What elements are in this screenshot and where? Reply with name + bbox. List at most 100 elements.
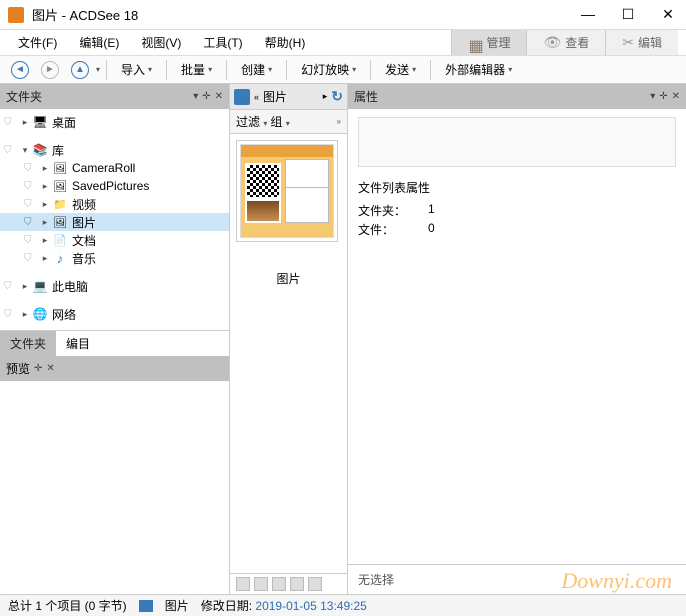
- computer-icon: [32, 279, 48, 293]
- external-label: 外部编辑器: [445, 61, 505, 78]
- breadcrumb-bar: « 图片 ▸: [230, 84, 347, 110]
- slideshow-dd[interactable]: 幻灯放映▾: [293, 58, 364, 81]
- folders-hdr-label: 文件夹: [6, 88, 42, 105]
- foot-btn1[interactable]: [236, 577, 250, 591]
- import-dd[interactable]: 导入▾: [113, 58, 160, 81]
- props-folder-label: 文件夹：: [358, 202, 428, 219]
- panel-close-icon[interactable]: ✕: [215, 91, 223, 102]
- tree-pictures[interactable]: ⛉▸图片: [0, 213, 229, 231]
- group-dd[interactable]: 组 ▾: [270, 113, 289, 130]
- foot-btn5[interactable]: [308, 577, 322, 591]
- breadcrumb-text[interactable]: 图片: [263, 88, 319, 105]
- props-hdr-label: 属性: [354, 88, 378, 105]
- filter-dd[interactable]: 过滤 ▾: [236, 113, 267, 130]
- props-pin-icon[interactable]: ✛: [659, 91, 667, 102]
- folder-icon: [52, 197, 68, 211]
- nav-back-button[interactable]: ◄: [6, 58, 34, 82]
- thumb-image: [240, 144, 334, 238]
- mode-edit-label: 编辑: [638, 34, 662, 51]
- sidebar-tab-folders[interactable]: 文件夹: [0, 331, 56, 356]
- preview-close-icon[interactable]: ✕: [46, 363, 54, 374]
- status-bar: 总计 1 个项目 (0 字节) 图片 修改日期: 2019-01-05 13:4…: [0, 594, 686, 616]
- batch-dd[interactable]: 批量▾: [173, 58, 220, 81]
- props-folder-val: 1: [428, 202, 435, 219]
- crumb-folder-icon[interactable]: [234, 89, 250, 105]
- menu-edit[interactable]: 编辑(E): [69, 31, 129, 54]
- thumbnail-footer: [230, 573, 347, 594]
- tree-docs[interactable]: ⛉▸文档: [0, 231, 229, 249]
- batch-label: 批量: [181, 61, 205, 78]
- menu-file[interactable]: 文件(F): [8, 31, 67, 54]
- folder-tree[interactable]: ⛉▸桌面 ⛉▾库 ⛉▸CameraRoll ⛉▸SavedPictures ⛉▸…: [0, 109, 229, 330]
- thumbnail-area[interactable]: 图片: [230, 134, 347, 573]
- group-label: 组: [270, 115, 282, 129]
- props-file-val: 0: [428, 221, 435, 238]
- mode-view-label: 查看: [565, 34, 589, 51]
- foot-btn3[interactable]: [272, 577, 286, 591]
- library-icon: [32, 143, 48, 157]
- tree-network[interactable]: ⛉▸网络: [0, 305, 229, 323]
- external-editor-dd[interactable]: 外部编辑器▾: [437, 58, 520, 81]
- tree-library-label: 库: [52, 142, 64, 159]
- create-label: 创建: [241, 61, 265, 78]
- eye-icon: [543, 34, 561, 51]
- props-preview-box: [358, 117, 676, 167]
- panel-pin-icon[interactable]: ✛: [202, 91, 210, 102]
- preview-hdr-label: 预览: [6, 360, 30, 377]
- send-dd[interactable]: 发送▾: [377, 58, 424, 81]
- nav-fwd-button[interactable]: ►: [36, 58, 64, 82]
- tree-video[interactable]: ⛉▸视频: [0, 195, 229, 213]
- document-icon: [52, 233, 68, 247]
- mode-view[interactable]: 查看: [526, 30, 605, 55]
- props-close-icon[interactable]: ✕: [672, 91, 680, 102]
- foot-btn2[interactable]: [254, 577, 268, 591]
- filter-label: 过滤: [236, 115, 260, 129]
- create-dd[interactable]: 创建▾: [233, 58, 280, 81]
- tree-savedpictures[interactable]: ⛉▸SavedPictures: [0, 177, 229, 195]
- music-icon: [52, 251, 68, 265]
- props-body: 文件列表属性 文件夹：1 文件：0: [348, 109, 686, 564]
- tree-pictures-label: 图片: [72, 214, 96, 231]
- refresh-icon[interactable]: [331, 88, 343, 105]
- sidebar-tab-catalog[interactable]: 编目: [56, 331, 100, 356]
- tree-music[interactable]: ⛉▸音乐: [0, 249, 229, 267]
- window-title: 图片 - ACDSee 18: [32, 5, 578, 24]
- menu-view[interactable]: 视图(V): [131, 31, 191, 54]
- status-mod-val: 2019-01-05 13:49:25: [255, 599, 366, 613]
- crumb-arrow-icon[interactable]: «: [254, 92, 259, 102]
- tools-icon: [622, 34, 634, 51]
- menu-help[interactable]: 帮助(H): [255, 31, 316, 54]
- mode-manage[interactable]: 管理: [451, 30, 526, 55]
- pictures-icon: [52, 215, 68, 229]
- send-label: 发送: [385, 61, 409, 78]
- preview-panel-header: 预览 ✛ ✕: [0, 356, 229, 381]
- tree-cameraroll[interactable]: ⛉▸CameraRoll: [0, 159, 229, 177]
- tree-desktop[interactable]: ⛉▸桌面: [0, 113, 229, 131]
- mode-edit[interactable]: 编辑: [605, 30, 678, 55]
- more-icon[interactable]: »: [337, 117, 341, 126]
- up-icon: ▲: [71, 61, 89, 79]
- forward-icon: ►: [41, 61, 59, 79]
- folder-icon: [52, 179, 68, 193]
- menu-tools[interactable]: 工具(T): [193, 31, 252, 54]
- maximize-button[interactable]: ☐: [618, 6, 638, 23]
- preview-pin-icon[interactable]: ✛: [34, 363, 42, 374]
- nav-history-dd[interactable]: ▾: [96, 65, 100, 74]
- props-menu-icon[interactable]: ▾: [650, 91, 655, 102]
- status-mod-label: 修改日期:: [201, 599, 252, 613]
- minimize-button[interactable]: —: [578, 6, 598, 23]
- mode-manage-label: 管理: [486, 34, 510, 51]
- grid-icon: [468, 36, 482, 50]
- thumb-pictures-folder[interactable]: [236, 140, 338, 242]
- props-file-label: 文件：: [358, 221, 428, 238]
- preview-body: [0, 381, 229, 594]
- nav-up-button[interactable]: ▲: [66, 58, 94, 82]
- panel-menu-icon[interactable]: ▾: [193, 91, 198, 102]
- folder-icon: [52, 161, 68, 175]
- tree-desktop-label: 桌面: [52, 114, 76, 131]
- tree-thispc[interactable]: ⛉▸此电脑: [0, 277, 229, 295]
- tree-library[interactable]: ⛉▾库: [0, 141, 229, 159]
- tree-thispc-label: 此电脑: [52, 278, 88, 295]
- foot-btn4[interactable]: [290, 577, 304, 591]
- close-button[interactable]: ✕: [658, 6, 678, 23]
